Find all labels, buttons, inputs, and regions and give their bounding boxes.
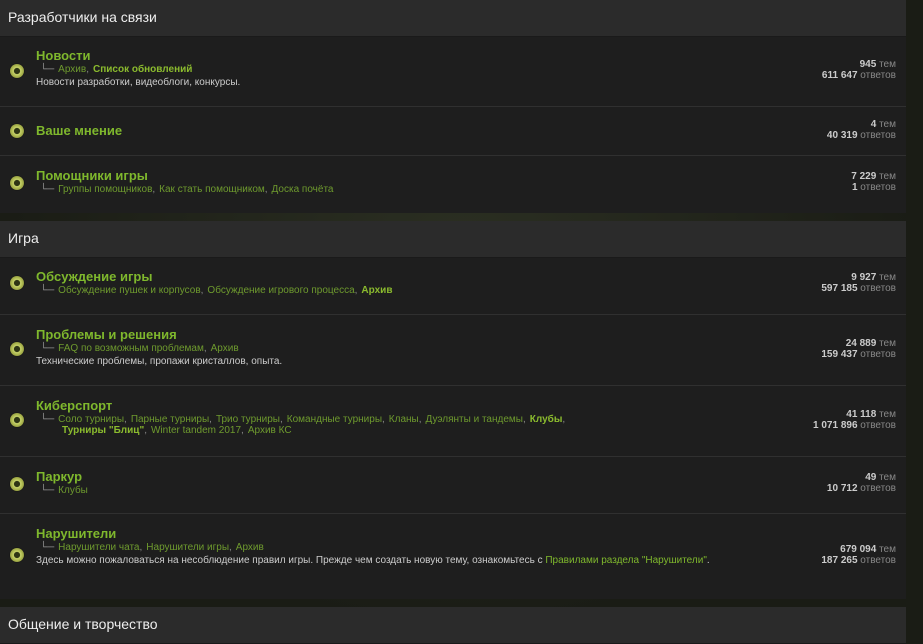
topics-count: 49 xyxy=(865,472,877,483)
forum-row-problems: Проблемы и решения └─ FAQ по возможным пр… xyxy=(0,315,906,386)
forum-stats: 24 889 тем 159 437 ответов xyxy=(821,338,896,360)
subforum-link[interactable]: Дуэлянты и тандемы xyxy=(426,414,523,425)
forum-title[interactable]: Новости xyxy=(36,48,726,64)
forum-index: Разработчики на связи Новости └─ Архив, Сп… xyxy=(0,0,906,644)
subforum-branch-icon: └─ xyxy=(40,414,55,425)
forum-stats: 4 тем 40 319 ответов xyxy=(826,119,896,141)
subforum-list: └─ Группы помощников, Как стать помощником… xyxy=(40,184,334,195)
subforum-link[interactable]: Архив xyxy=(58,64,86,75)
topics-count: 24 889 xyxy=(845,338,877,349)
subforum-link[interactable]: Клубы xyxy=(530,414,563,425)
subforum-branch-icon: └─ xyxy=(40,343,55,354)
forum-stats: 9 927 тем 597 185 ответов xyxy=(821,272,896,294)
forum-row-esports: Киберспорт └─ Соло турниры, Парные турниры… xyxy=(0,386,906,457)
subforum-list: └─ Архив, Список обновлений xyxy=(40,64,193,75)
category-community: Общение и творчество xyxy=(0,607,906,644)
subforum-branch-icon: └─ xyxy=(40,64,55,75)
subforum-link[interactable]: Обсуждение пушек и корпусов xyxy=(58,285,200,296)
forum-status-icon xyxy=(10,413,24,427)
forum-title[interactable]: Нарушители xyxy=(36,526,726,542)
forum-stats: 945 тем 611 647 ответов xyxy=(821,59,896,81)
forum-description: Технические проблемы, пропажи кристаллов… xyxy=(36,356,283,367)
forum-status-icon xyxy=(10,64,24,78)
forum-stats: 49 тем 10 712 ответов xyxy=(826,472,896,494)
forum-row-violators: Нарушители └─ Нарушители чата, Нарушители … xyxy=(0,514,906,599)
subforum-branch-icon: └─ xyxy=(40,542,55,553)
subforum-link[interactable]: Доска почёта xyxy=(272,184,334,195)
forum-row-helpers: Помощники игры └─ Группы помощников, Как с… xyxy=(0,156,906,213)
forum-description: Новости разработки, видеоблоги, конкурсы… xyxy=(36,77,241,88)
subforum-link[interactable]: Группы помощников xyxy=(58,184,152,195)
subforum-link[interactable]: Командные турниры xyxy=(287,414,382,425)
subforum-link[interactable]: Нарушители игры xyxy=(146,542,229,553)
subforum-link[interactable]: Архив xyxy=(211,343,239,354)
topics-count: 679 094 xyxy=(840,544,877,555)
subforum-branch-icon: └─ xyxy=(40,485,55,496)
posts-count: 10 712 xyxy=(826,483,858,494)
topics-count: 945 xyxy=(859,59,877,70)
category-developers: Разработчики на связи Новости └─ Архив, Сп… xyxy=(0,0,906,213)
forum-stats: 679 094 тем 187 265 ответов xyxy=(821,544,896,566)
posts-count: 1 xyxy=(851,182,858,193)
subforum-list: └─ FAQ по возможным проблемам, Архив xyxy=(40,343,239,354)
posts-count: 611 647 xyxy=(821,70,858,81)
forum-row-news: Новости └─ Архив, Список обновлений Новост… xyxy=(0,37,906,107)
forum-title[interactable]: Проблемы и решения xyxy=(36,327,726,343)
subforum-link[interactable]: Нарушители чата xyxy=(58,542,139,553)
forum-status-icon xyxy=(10,124,24,138)
subforum-link[interactable]: Архив xyxy=(361,285,392,296)
forum-title[interactable]: Ваше мнение xyxy=(36,123,726,139)
category-game: Игра Обсуждение игры └─ Обсуждение пушек … xyxy=(0,221,906,599)
subforum-link[interactable]: FAQ по возможным проблемам xyxy=(58,343,204,354)
posts-count: 1 071 896 xyxy=(813,420,858,431)
subforum-link[interactable]: Winter tandem 2017 xyxy=(151,425,241,436)
topics-count: 9 927 xyxy=(851,272,877,283)
forum-status-icon xyxy=(10,276,24,290)
forum-stats: 7 229 тем 1 ответов xyxy=(851,171,896,193)
forum-title[interactable]: Паркур xyxy=(36,469,726,485)
subforum-list: └─ Соло турниры, Парные турниры, Трио турни… xyxy=(40,414,566,436)
forum-row-parkour: Паркур └─ Клубы 49 тем 10 712 ответов xyxy=(0,457,906,514)
forum-row-opinion: Ваше мнение 4 тем 40 319 ответов xyxy=(0,107,906,156)
subforum-link[interactable]: Как стать помощником xyxy=(159,184,265,195)
subforum-list: └─ Обсуждение пушек и корпусов, Обсуждение… xyxy=(40,285,393,296)
subforum-link[interactable]: Турниры "Блиц" xyxy=(62,425,144,436)
subforum-link[interactable]: Соло турниры xyxy=(58,414,124,425)
subforum-list: └─ Нарушители чата, Нарушители игры, Архив xyxy=(40,542,264,553)
forum-status-icon xyxy=(10,548,24,562)
posts-count: 597 185 xyxy=(821,283,858,294)
topics-count: 7 229 xyxy=(851,171,877,182)
subforum-branch-icon: └─ xyxy=(40,184,55,195)
subforum-link[interactable]: Обсуждение игрового процесса xyxy=(207,285,354,296)
subforum-link[interactable]: Трио турниры xyxy=(216,414,280,425)
forum-row-discussion: Обсуждение игры └─ Обсуждение пушек и кор… xyxy=(0,258,906,315)
subforum-list: └─ Клубы xyxy=(36,485,726,496)
posts-count: 159 437 xyxy=(821,349,858,360)
forum-status-icon xyxy=(10,342,24,356)
forum-title[interactable]: Киберспорт xyxy=(36,398,726,414)
subforum-link[interactable]: Архив КС xyxy=(248,425,292,436)
subforum-branch-icon: └─ xyxy=(40,285,55,296)
posts-count: 187 265 xyxy=(821,555,858,566)
forum-stats: 41 118 тем 1 071 896 ответов xyxy=(813,409,896,431)
subforum-link[interactable]: Кланы xyxy=(389,414,419,425)
category-title[interactable]: Разработчики на связи xyxy=(0,0,906,37)
forum-status-icon xyxy=(10,477,24,491)
forum-description: Здесь можно пожаловаться на несоблюдение… xyxy=(36,555,710,566)
category-title[interactable]: Игра xyxy=(0,221,906,258)
subforum-link[interactable]: Архив xyxy=(236,542,264,553)
forum-title[interactable]: Обсуждение игры xyxy=(36,269,726,285)
posts-count: 40 319 xyxy=(826,130,858,141)
topics-count: 41 118 xyxy=(846,409,877,420)
subforum-link[interactable]: Парные турниры xyxy=(131,414,209,425)
subforum-link[interactable]: Список обновлений xyxy=(93,64,192,75)
forum-status-icon xyxy=(10,176,24,190)
category-title[interactable]: Общение и творчество xyxy=(0,607,906,644)
rules-link[interactable]: Правилами раздела "Нарушители" xyxy=(545,555,707,566)
subforum-link[interactable]: Клубы xyxy=(58,485,88,496)
topics-count: 4 xyxy=(870,119,877,130)
forum-title[interactable]: Помощники игры xyxy=(36,168,726,184)
